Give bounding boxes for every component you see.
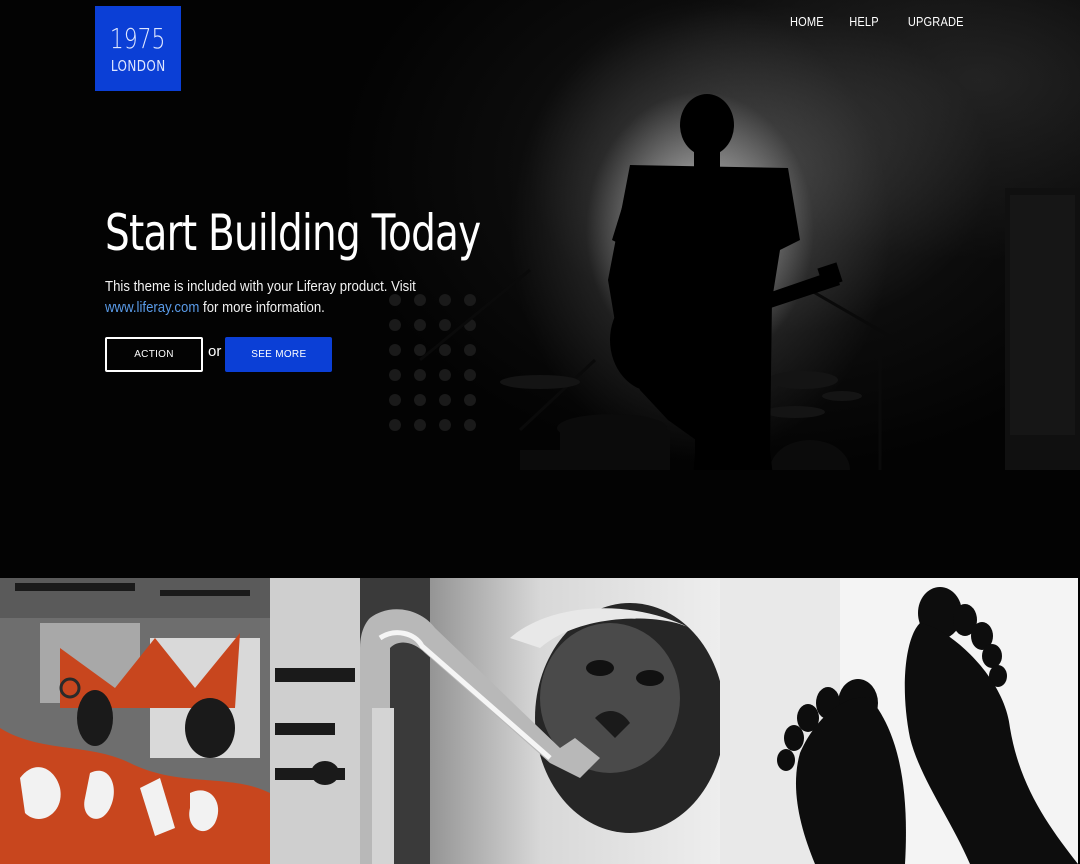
photo-gallery [0, 578, 1080, 864]
saxophone-player-photo [360, 578, 720, 864]
or-separator: or [208, 343, 222, 360]
action-button[interactable]: ACTION [105, 337, 203, 372]
hero-headline: Start Building Today [105, 204, 481, 262]
logo-year: 1975 [110, 22, 166, 55]
gallery-tile-graffiti[interactable] [0, 578, 360, 864]
feet-silhouette-photo [720, 578, 1078, 864]
nav-item-upgrade[interactable]: UPGRADE [908, 14, 964, 29]
lead-text-end: for more information. [199, 299, 325, 316]
nav-item-help[interactable]: HELP [849, 14, 879, 29]
graffiti-wall-photo [0, 578, 360, 864]
logo-city: LONDON [110, 57, 166, 75]
site-logo[interactable]: 1975 LONDON [95, 6, 181, 91]
page: 1975 LONDON HOME HELP UPGRADE Start Buil… [0, 0, 1080, 864]
gallery-tile-saxophone[interactable] [360, 578, 720, 864]
gallery-tile-feet[interactable] [720, 578, 1080, 864]
nav-item-home[interactable]: HOME [790, 14, 824, 29]
cta-row: ACTION or SEE MORE [105, 337, 333, 372]
hero-banner: 1975 LONDON HOME HELP UPGRADE Start Buil… [0, 0, 1080, 578]
see-more-button[interactable]: SEE MORE [225, 337, 333, 372]
hero-lead-text: This theme is included with your Liferay… [105, 276, 475, 318]
top-navigation: HOME HELP UPGRADE [784, 14, 964, 29]
lead-text-start: This theme is included with your Liferay… [105, 278, 416, 295]
liferay-link[interactable]: www.liferay.com [105, 299, 199, 316]
